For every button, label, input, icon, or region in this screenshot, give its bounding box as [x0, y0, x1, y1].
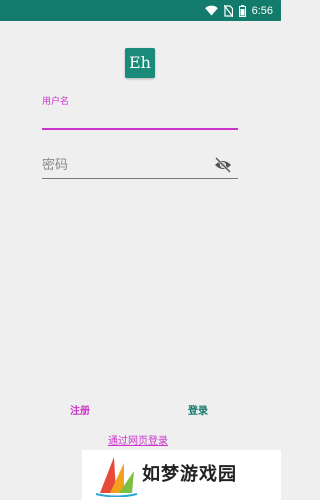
visibility-off-icon[interactable]: [214, 157, 232, 173]
web-login-link[interactable]: 通过网页登录: [108, 432, 168, 447]
no-sim-icon: [223, 4, 233, 17]
username-input[interactable]: [42, 104, 238, 130]
sailboat-logo-icon: [95, 457, 138, 497]
login-button[interactable]: 登录: [188, 402, 208, 417]
status-bar: 6:56: [0, 0, 281, 21]
status-time: 6:56: [251, 4, 273, 17]
app-logo: Eh: [125, 48, 155, 78]
register-button[interactable]: 注册: [70, 402, 90, 417]
password-field: [42, 152, 238, 179]
password-input[interactable]: [42, 152, 207, 176]
battery-icon: [238, 4, 246, 17]
watermark: 如梦游戏园: [82, 450, 281, 500]
status-icons: 6:56: [204, 3, 273, 18]
wifi-icon: [204, 5, 218, 16]
watermark-text: 如梦游戏园: [142, 464, 237, 485]
